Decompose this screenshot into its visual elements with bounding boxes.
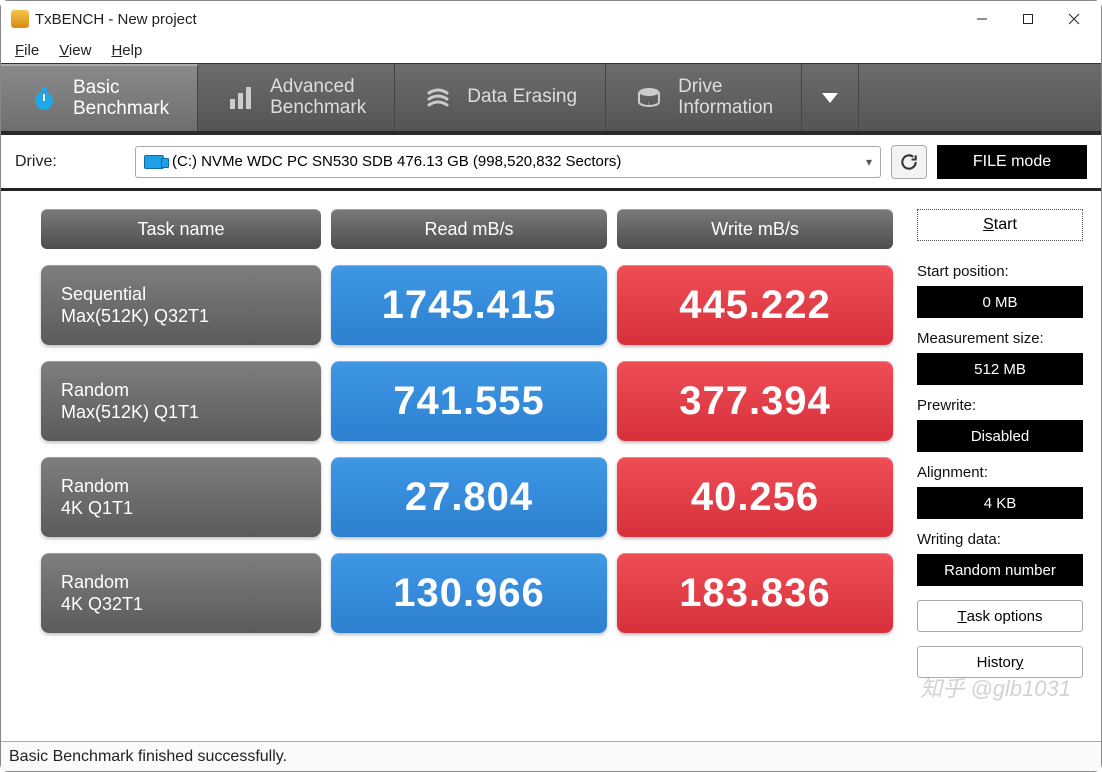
task-cell[interactable]: Random 4K Q32T1 (41, 553, 321, 633)
table-row: Random 4K Q1T1 27.804 40.256 (41, 457, 893, 537)
read-value[interactable]: 1745.415 (331, 265, 607, 345)
drive-value: (C:) NVMe WDC PC SN530 SDB 476.13 GB (99… (172, 153, 621, 170)
drive-row: Drive: (C:) NVMe WDC PC SN530 SDB 476.13… (1, 135, 1101, 191)
window-title: TxBENCH - New project (35, 11, 959, 28)
alignment-label: Alignment: (917, 464, 1083, 481)
table-row: Sequential Max(512K) Q32T1 1745.415 445.… (41, 265, 893, 345)
title-bar: TxBENCH - New project (1, 1, 1101, 37)
main-area: Task name Read mB/s Write mB/s Sequentia… (1, 191, 1101, 741)
task-cell[interactable]: Random Max(512K) Q1T1 (41, 361, 321, 441)
measurement-size-value[interactable]: 512 MB (917, 353, 1083, 385)
prewrite-label: Prewrite: (917, 397, 1083, 414)
table-row: Random 4K Q32T1 130.966 183.836 (41, 553, 893, 633)
writing-data-value[interactable]: Random number (917, 554, 1083, 586)
tab-drive-information[interactable]: i Drive Information (606, 64, 802, 131)
writing-data-label: Writing data: (917, 531, 1083, 548)
menu-bar: File View Help (1, 37, 1101, 63)
chevron-down-icon (822, 93, 838, 103)
table-header: Task name Read mB/s Write mB/s (41, 209, 893, 249)
read-value[interactable]: 130.966 (331, 553, 607, 633)
menu-help[interactable]: Help (111, 42, 142, 59)
task-cell[interactable]: Random 4K Q1T1 (41, 457, 321, 537)
tab-basic-benchmark[interactable]: Basic Benchmark (1, 64, 198, 131)
table-row: Random Max(512K) Q1T1 741.555 377.394 (41, 361, 893, 441)
close-button[interactable] (1051, 3, 1097, 35)
tab-label: Data Erasing (467, 87, 577, 108)
header-read: Read mB/s (331, 209, 607, 249)
tab-advanced-benchmark[interactable]: Advanced Benchmark (198, 64, 395, 131)
tab-label: Advanced Benchmark (270, 77, 366, 119)
history-button[interactable]: History (917, 646, 1083, 678)
task-line1: Random (61, 571, 301, 594)
results-panel: Task name Read mB/s Write mB/s Sequentia… (1, 191, 911, 741)
refresh-button[interactable] (891, 145, 927, 179)
start-button[interactable]: Start (917, 209, 1083, 241)
drive-select[interactable]: (C:) NVMe WDC PC SN530 SDB 476.13 GB (99… (135, 146, 881, 178)
erase-icon (423, 83, 453, 113)
refresh-icon (899, 152, 919, 172)
app-icon (11, 10, 29, 28)
task-line1: Random (61, 475, 301, 498)
tab-data-erasing[interactable]: Data Erasing (395, 64, 606, 131)
task-line1: Random (61, 379, 301, 402)
status-text: Basic Benchmark finished successfully. (9, 748, 287, 766)
drive-info-icon: i (634, 83, 664, 113)
stopwatch-icon (29, 84, 59, 114)
start-position-value[interactable]: 0 MB (917, 286, 1083, 318)
task-line1: Sequential (61, 283, 301, 306)
prewrite-value[interactable]: Disabled (917, 420, 1083, 452)
drive-label: Drive: (15, 153, 125, 171)
tab-label: Basic Benchmark (73, 78, 169, 120)
write-value[interactable]: 40.256 (617, 457, 893, 537)
read-value[interactable]: 27.804 (331, 457, 607, 537)
file-mode-button[interactable]: FILE mode (937, 145, 1087, 179)
tab-label: Drive Information (678, 77, 773, 119)
write-value[interactable]: 377.394 (617, 361, 893, 441)
chevron-down-icon: ▾ (866, 155, 872, 169)
task-line2: 4K Q32T1 (61, 593, 301, 616)
alignment-value[interactable]: 4 KB (917, 487, 1083, 519)
task-cell[interactable]: Sequential Max(512K) Q32T1 (41, 265, 321, 345)
read-value[interactable]: 741.555 (331, 361, 607, 441)
menu-file[interactable]: File (15, 42, 39, 59)
status-bar: Basic Benchmark finished successfully. (1, 741, 1101, 771)
task-line2: 4K Q1T1 (61, 497, 301, 520)
tab-more[interactable] (802, 64, 859, 131)
side-panel: Start Start position: 0 MB Measurement s… (911, 191, 1101, 741)
task-options-button[interactable]: Task options (917, 600, 1083, 632)
measurement-size-label: Measurement size: (917, 330, 1083, 347)
svg-text:i: i (648, 101, 649, 107)
tab-bar: Basic Benchmark Advanced Benchmark Data … (1, 63, 1101, 135)
window-controls (959, 3, 1097, 35)
header-write: Write mB/s (617, 209, 893, 249)
write-value[interactable]: 183.836 (617, 553, 893, 633)
bars-icon (226, 83, 256, 113)
maximize-button[interactable] (1005, 3, 1051, 35)
header-task: Task name (41, 209, 321, 249)
write-value[interactable]: 445.222 (617, 265, 893, 345)
task-line2: Max(512K) Q32T1 (61, 305, 301, 328)
minimize-button[interactable] (959, 3, 1005, 35)
drive-icon (144, 155, 164, 169)
menu-view[interactable]: View (59, 42, 91, 59)
start-position-label: Start position: (917, 263, 1083, 280)
task-line2: Max(512K) Q1T1 (61, 401, 301, 424)
